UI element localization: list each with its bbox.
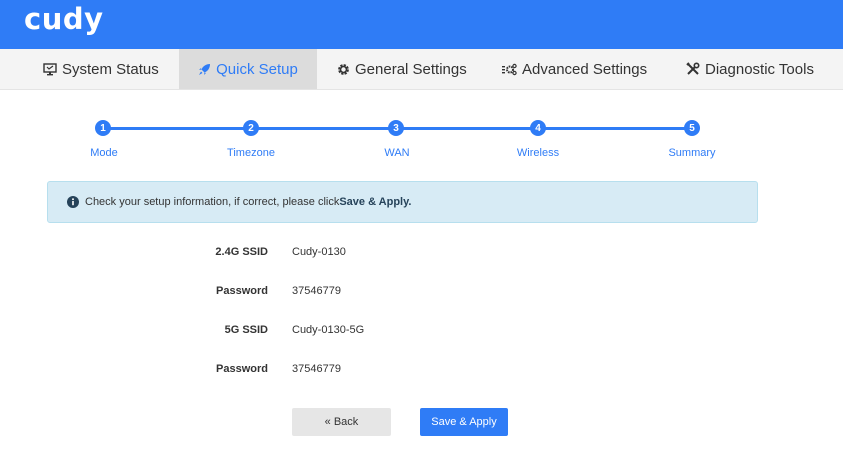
summary-label: Password (216, 285, 268, 297)
nav-general-settings[interactable]: General Settings (337, 49, 467, 89)
summary-value: 37546779 (292, 363, 341, 375)
summary-label: Password (216, 363, 268, 375)
summary-label: 5G SSID (224, 324, 268, 336)
info-circle-icon (67, 196, 79, 208)
step-dot-wan[interactable]: 3 (388, 120, 404, 136)
monitor-icon (43, 62, 57, 75)
tools-icon (686, 62, 700, 75)
info-alert-text: Check your setup information, if correct… (85, 196, 340, 208)
nav-system-status[interactable]: System Status (43, 49, 159, 89)
nav-system-status-label: System Status (62, 60, 159, 78)
nav-diagnostic-tools[interactable]: Diagnostic Tools (686, 49, 814, 89)
step-label-wan[interactable]: WAN (384, 147, 409, 159)
info-alert: Check your setup information, if correct… (47, 181, 758, 223)
nav-advanced-settings-label: Advanced Settings (522, 60, 648, 78)
summary-row-24g-ssid: 2.4G SSID Cudy-0130 (0, 246, 843, 262)
summary-row-5g-password: Password 37546779 (0, 363, 843, 379)
cudy-logo: cudy (24, 2, 104, 36)
summary-label: 2.4G SSID (215, 246, 268, 258)
nav-quick-setup-label: Quick Setup (216, 60, 298, 78)
save-apply-button[interactable]: Save & Apply (420, 408, 508, 436)
summary-value: Cudy-0130-5G (292, 324, 365, 336)
gears-icon (502, 63, 517, 75)
nav-advanced-settings[interactable]: Advanced Settings (502, 49, 647, 89)
step-label-mode[interactable]: Mode (90, 147, 118, 159)
step-dot-summary[interactable]: 5 (684, 120, 700, 136)
step-dot-timezone[interactable]: 2 (243, 120, 259, 136)
nav-quick-setup[interactable]: Quick Setup (179, 49, 317, 89)
summary-row-5g-ssid: 5G SSID Cudy-0130-5G (0, 324, 843, 340)
summary-value: 37546779 (292, 285, 341, 297)
step-dot-mode[interactable]: 1 (95, 120, 111, 136)
gear-icon (338, 63, 349, 75)
step-label-wireless[interactable]: Wireless (517, 147, 559, 159)
summary-row-24g-password: Password 37546779 (0, 285, 843, 301)
step-label-timezone[interactable]: Timezone (227, 147, 275, 159)
step-dot-wireless[interactable]: 4 (530, 120, 546, 136)
nav-general-settings-label: General Settings (355, 60, 467, 78)
back-button[interactable]: « Back (292, 408, 391, 436)
step-label-summary[interactable]: Summary (668, 147, 715, 159)
wizard-progress: 1 2 3 4 5 Mode Timezone WAN Wireless Sum… (0, 117, 843, 167)
nav-diagnostic-tools-label: Diagnostic Tools (705, 60, 814, 78)
rocket-icon (199, 63, 211, 75)
top-bar: cudy (0, 0, 843, 49)
main-nav: System Status Quick Setup General Settin… (0, 49, 843, 90)
summary-value: Cudy-0130 (292, 246, 346, 258)
info-alert-emphasis: Save & Apply. (339, 196, 412, 208)
